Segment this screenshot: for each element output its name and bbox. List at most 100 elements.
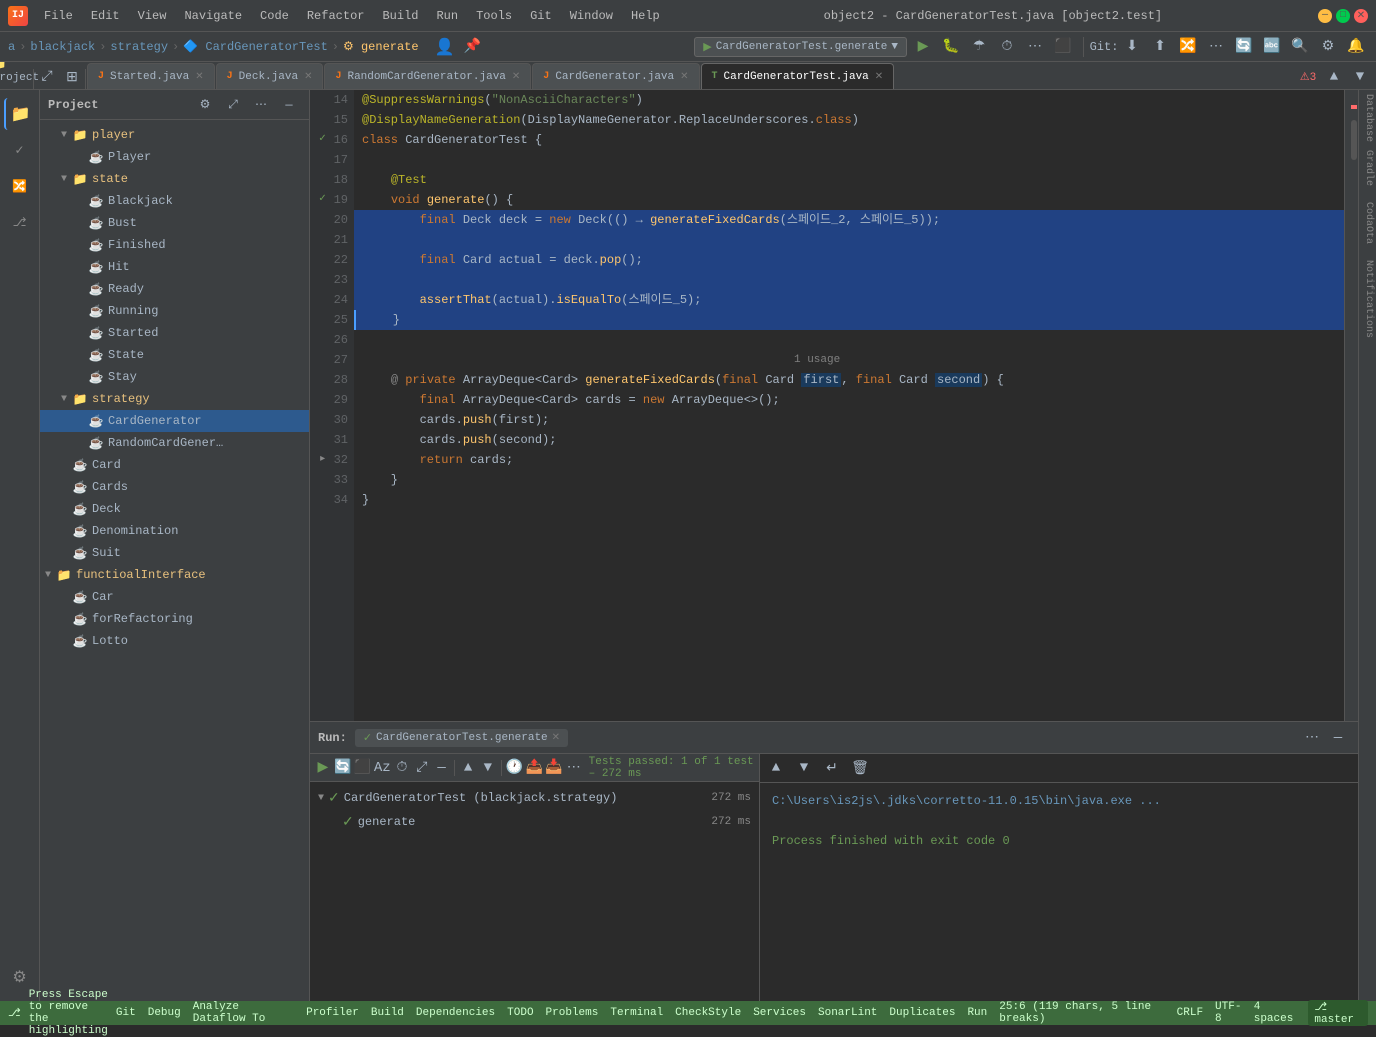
sidebar-item-suit[interactable]: ☕ Suit xyxy=(40,542,309,564)
sidebar-item-finished[interactable]: ☕ Finished xyxy=(40,234,309,256)
git-more-button[interactable]: ⋯ xyxy=(1204,35,1228,59)
bottom-more-icon[interactable]: ⋯ xyxy=(1300,726,1324,750)
tab-cardgeneratortest-close[interactable]: ✕ xyxy=(875,71,883,83)
test-run-button[interactable]: ▶ xyxy=(314,756,332,780)
menu-view[interactable]: View xyxy=(130,7,175,25)
sidebar-item-state-folder[interactable]: ▼ 📁 state xyxy=(40,168,309,190)
coverage-button[interactable]: ☂ xyxy=(967,35,991,59)
status-services-label[interactable]: Services xyxy=(753,1007,806,1019)
sidebar-item-player-folder[interactable]: ▼ 📁 player xyxy=(40,124,309,146)
menu-edit[interactable]: Edit xyxy=(83,7,128,25)
sidebar-item-lotto[interactable]: ☕ Lotto xyxy=(40,630,309,652)
menu-run[interactable]: Run xyxy=(428,7,466,25)
sidebar-item-randomcardgenerator[interactable]: ☕ RandomCardGener… xyxy=(40,432,309,454)
status-git-icon[interactable]: ⎇ xyxy=(8,1006,21,1020)
code-text-area[interactable]: @SuppressWarnings("NonAsciiCharacters") … xyxy=(354,90,1344,721)
menu-file[interactable]: File xyxy=(36,7,81,25)
right-tab-database[interactable]: Database xyxy=(1359,90,1376,146)
activity-git-icon[interactable]: ⎇ xyxy=(4,206,36,238)
output-softwrap-button[interactable]: ↵ xyxy=(820,756,844,780)
test-item-generate[interactable]: ✓ generate 272 ms xyxy=(310,810,759,834)
test-history-button[interactable]: 🕐 xyxy=(506,756,524,780)
nav-bookmark-icon[interactable]: 📌 xyxy=(461,35,485,59)
status-crlf[interactable]: CRLF xyxy=(1177,1007,1203,1019)
sidebar-item-running[interactable]: ☕ Running xyxy=(40,300,309,322)
sidebar-item-bust[interactable]: ☕ Bust xyxy=(40,212,309,234)
sidebar-item-blackjack[interactable]: ☕ Blackjack xyxy=(40,190,309,212)
status-indent[interactable]: 4 spaces xyxy=(1254,1001,1297,1025)
menu-help[interactable]: Help xyxy=(623,7,668,25)
sidebar-item-started[interactable]: ☕ Started xyxy=(40,322,309,344)
sidebar-item-denomination[interactable]: ☕ Denomination xyxy=(40,520,309,542)
tab-started-close[interactable]: ✕ xyxy=(195,71,203,83)
status-problems-label[interactable]: Problems xyxy=(546,1007,599,1019)
code-editor[interactable]: 14 15 ✓ 16 17 18 ✓ 19 20 21 22 23 xyxy=(310,90,1358,721)
right-tab-notifications[interactable]: Notifications xyxy=(1359,256,1376,342)
tab-cardgenerator[interactable]: J CardGenerator.java ✕ xyxy=(532,63,699,89)
status-position[interactable]: 25:6 (119 chars, 5 line breaks) xyxy=(999,1001,1164,1025)
debug-button[interactable]: 🐛 xyxy=(939,35,963,59)
sidebar-item-state[interactable]: ☕ State xyxy=(40,344,309,366)
run-tab-close[interactable]: ✕ xyxy=(552,732,560,744)
run-config-selector[interactable]: ▶ CardGeneratorTest.generate ▼ xyxy=(694,37,907,57)
menu-code[interactable]: Code xyxy=(252,7,297,25)
sidebar-item-card[interactable]: ☕ Card xyxy=(40,454,309,476)
stop-button[interactable]: ⬛ xyxy=(1051,35,1075,59)
minimize-button[interactable]: — xyxy=(1318,9,1332,23)
sidebar-item-player[interactable]: ☕ Player xyxy=(40,146,309,168)
test-collapse-button[interactable]: — xyxy=(433,756,451,780)
sidebar-item-cardgenerator[interactable]: ☕ CardGenerator xyxy=(40,410,309,432)
status-dependencies-label[interactable]: Dependencies xyxy=(416,1007,495,1019)
breadcrumb-strategy[interactable]: strategy xyxy=(110,40,168,54)
notifications-button[interactable]: 🔔 xyxy=(1344,35,1368,59)
breadcrumb-root[interactable]: a xyxy=(8,40,15,54)
status-charset[interactable]: UTF-8 xyxy=(1215,1001,1242,1025)
sidebar-settings-icon[interactable]: ⚙ xyxy=(193,93,217,117)
status-profiler-label[interactable]: Profiler xyxy=(306,1007,359,1019)
status-run-label[interactable]: Run xyxy=(967,1007,987,1019)
sidebar-item-cards[interactable]: ☕ Cards xyxy=(40,476,309,498)
tab-cardgeneratortest[interactable]: T CardGeneratorTest.java ✕ xyxy=(701,63,895,89)
output-scrollup-button[interactable]: ▲ xyxy=(764,756,788,780)
tab-randomcardgenerator-close[interactable]: ✕ xyxy=(512,71,520,83)
test-sort-time[interactable]: ⏱ xyxy=(393,756,411,780)
test-expand-button[interactable]: ⤢ xyxy=(413,756,431,780)
split-editor-button[interactable]: ⊞ xyxy=(60,65,84,89)
output-clear-button[interactable]: 🗑 xyxy=(848,756,872,780)
menu-refactor[interactable]: Refactor xyxy=(299,7,373,25)
search-button[interactable]: 🔍 xyxy=(1288,35,1312,59)
status-analyze-label[interactable]: Analyze Dataflow To xyxy=(193,1001,294,1025)
sidebar-item-stay[interactable]: ☕ Stay xyxy=(40,366,309,388)
tab-deck[interactable]: J Deck.java ✕ xyxy=(216,63,324,89)
tab-error-badge[interactable]: ⚠3 xyxy=(1296,65,1320,89)
editor-scrollbar[interactable] xyxy=(1344,90,1358,721)
update-button[interactable]: 🔄 xyxy=(1232,35,1256,59)
test-next-fail-button[interactable]: ▼ xyxy=(479,756,497,780)
git-branch-button[interactable]: 🔀 xyxy=(1176,35,1200,59)
status-branch[interactable]: ⎇ master xyxy=(1308,1000,1368,1026)
test-sort-az[interactable]: Az xyxy=(373,756,391,780)
output-scrolldown-button[interactable]: ▼ xyxy=(792,756,816,780)
status-terminal-label[interactable]: Terminal xyxy=(610,1007,663,1019)
test-item-cardgeneratortest[interactable]: ▼ ✓ CardGeneratorTest (blackjack.strateg… xyxy=(310,786,759,810)
close-button[interactable]: ✕ xyxy=(1354,9,1368,23)
settings-button[interactable]: ⚙ xyxy=(1316,35,1340,59)
status-sonarlint-label[interactable]: SonarLint xyxy=(818,1007,877,1019)
sidebar-item-ready[interactable]: ☕ Ready xyxy=(40,278,309,300)
sidebar-item-forrefactoring[interactable]: ☕ forRefactoring xyxy=(40,608,309,630)
breadcrumb-blackjack[interactable]: blackjack xyxy=(30,40,95,54)
sidebar-item-deck[interactable]: ☕ Deck xyxy=(40,498,309,520)
tab-randomcardgenerator[interactable]: J RandomCardGenerator.java ✕ xyxy=(324,63,531,89)
expand-editor-button[interactable]: ⤢ xyxy=(35,65,59,89)
status-todo-label[interactable]: TODO xyxy=(507,1007,533,1019)
maximize-button[interactable]: □ xyxy=(1336,9,1350,23)
sidebar-item-functioalinterface[interactable]: ▼ 📁 functioalInterface xyxy=(40,564,309,586)
tab-started[interactable]: J Started.java ✕ xyxy=(87,63,215,89)
sidebar-item-hit[interactable]: ☕ Hit xyxy=(40,256,309,278)
sidebar-item-strategy-folder[interactable]: ▼ 📁 strategy xyxy=(40,388,309,410)
menu-navigate[interactable]: Navigate xyxy=(176,7,250,25)
scroll-down-button[interactable]: ▼ xyxy=(1348,65,1372,89)
right-tab-codaota[interactable]: CodaOta xyxy=(1359,198,1376,248)
nav-person-icon[interactable]: 👤 xyxy=(433,35,457,59)
project-panel-toggle[interactable]: 📁 Project ▼ xyxy=(4,65,28,89)
